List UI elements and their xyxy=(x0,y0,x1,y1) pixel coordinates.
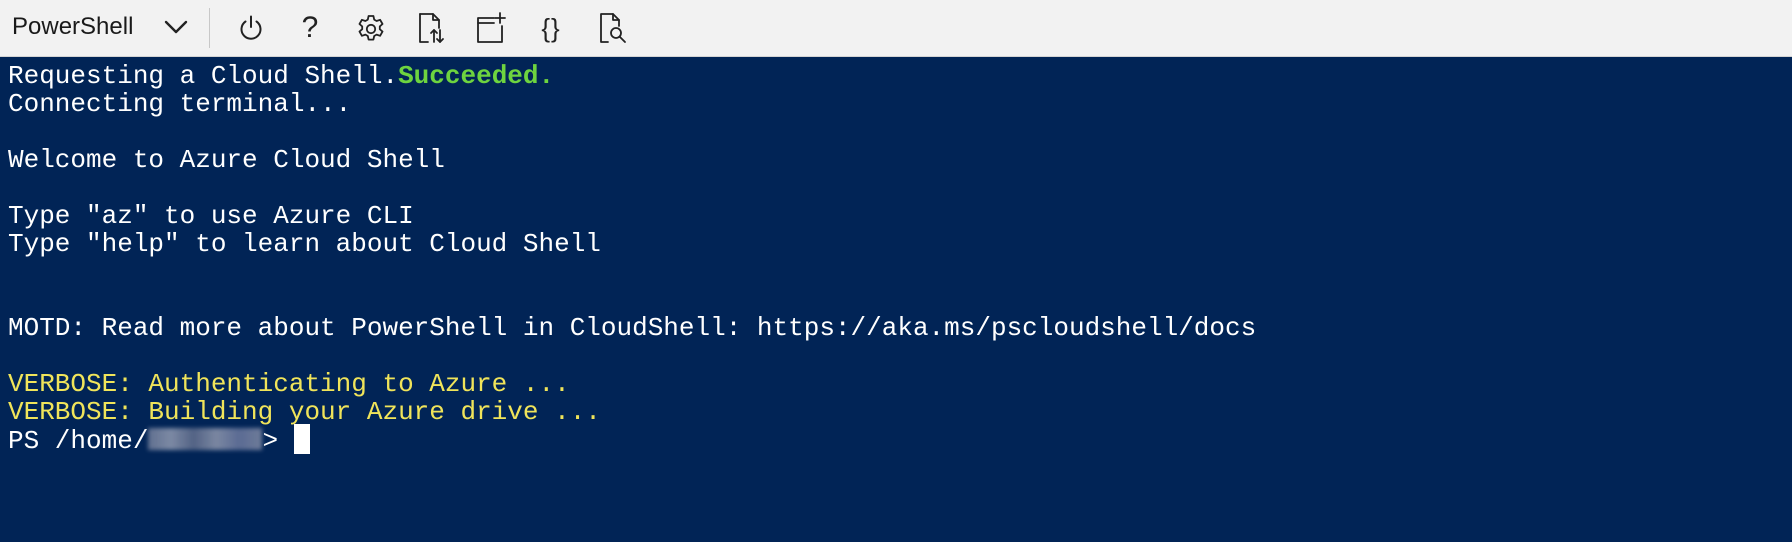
prompt-path: PS /home/ xyxy=(8,426,149,456)
web-preview-button[interactable] xyxy=(592,8,632,48)
succeeded-status: Succeeded. xyxy=(398,61,555,91)
requesting-text: Requesting a Cloud Shell. xyxy=(8,61,399,91)
terminal-line-motd: MOTD: Read more about PowerShell in Clou… xyxy=(8,313,1257,343)
help-icon: ? xyxy=(301,11,319,44)
shell-type-label: PowerShell xyxy=(12,13,134,40)
terminal-line-welcome: Welcome to Azure Cloud Shell xyxy=(8,145,445,175)
cloud-shell-toolbar: PowerShell ? {} xyxy=(0,0,1792,57)
terminal-line-help-hint: Type "help" to learn about Cloud Shell xyxy=(8,229,601,259)
upload-download-button[interactable] xyxy=(411,8,451,48)
text-cursor xyxy=(293,424,310,454)
toolbar-divider xyxy=(209,8,210,48)
restart-button[interactable] xyxy=(231,8,271,48)
new-session-button[interactable] xyxy=(471,8,511,48)
terminal-line-connecting: Connecting terminal... xyxy=(8,89,352,119)
chevron-down-icon xyxy=(164,20,188,34)
power-icon xyxy=(240,15,262,40)
new-session-icon xyxy=(477,12,506,43)
settings-button[interactable] xyxy=(351,8,391,48)
braces-icon: {} xyxy=(541,13,561,43)
prompt-suffix: > xyxy=(262,426,294,456)
help-button[interactable]: ? xyxy=(290,8,330,48)
upload-download-files-icon xyxy=(419,13,444,43)
editor-button[interactable]: {} xyxy=(531,8,571,48)
terminal-output[interactable]: Requesting a Cloud Shell.Succeeded. Conn… xyxy=(0,57,1792,542)
terminal-prompt[interactable]: PS /home/ > xyxy=(8,424,310,457)
shell-type-dropdown[interactable]: PowerShell xyxy=(0,0,198,56)
web-preview-icon xyxy=(600,13,626,43)
redacted-username xyxy=(148,428,263,450)
gear-icon xyxy=(358,15,384,41)
